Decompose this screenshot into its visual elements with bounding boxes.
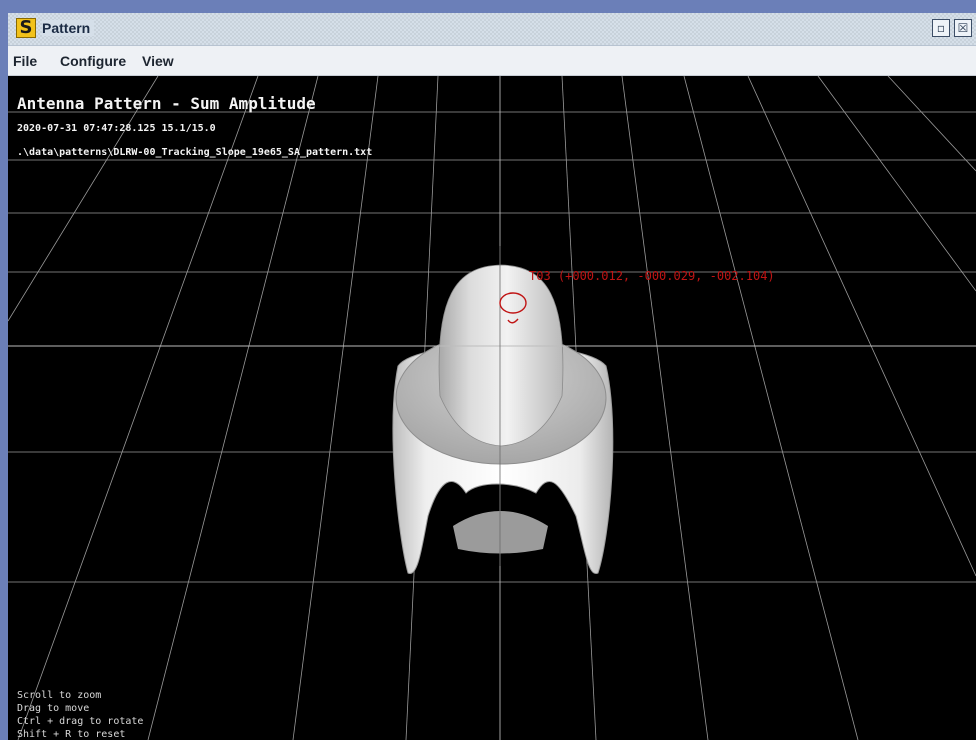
hint-move: Drag to move (17, 703, 90, 714)
pattern-back-lobe (453, 511, 548, 554)
hint-reset: Shift + R to reset (17, 729, 126, 740)
title-bar[interactable]: S Pattern ▫ ☒ (8, 13, 976, 46)
restore-icon[interactable]: ▫ (932, 19, 950, 37)
app-icon: S (16, 18, 36, 38)
plot-title: Antenna Pattern - Sum Amplitude (17, 94, 316, 113)
menu-configure[interactable]: Configure (60, 53, 126, 69)
hint-rotate: Ctrl + drag to rotate (17, 716, 144, 727)
pattern-scene (8, 76, 976, 740)
pattern-3d-viewport[interactable]: Antenna Pattern - Sum Amplitude 2020-07-… (8, 76, 976, 740)
menu-bar: File Configure View (8, 46, 976, 76)
window-title: Pattern (42, 20, 95, 36)
menu-file[interactable]: File (13, 53, 37, 69)
close-icon[interactable]: ☒ (954, 19, 972, 37)
pattern-main-lobe (438, 264, 564, 447)
plot-timestamp: 2020-07-31 07:47:28.125 15.1/15.0 (17, 123, 216, 134)
hint-zoom: Scroll to zoom (17, 690, 102, 701)
menu-view[interactable]: View (142, 53, 174, 69)
pattern-window: S Pattern ▫ ☒ File Configure View Antenn… (8, 13, 976, 740)
marker-label: T03 (+000.012, -000.029, -002.104) (529, 269, 775, 283)
plot-file-path: .\data\patterns\DLRW-00_Tracking_Slope_1… (17, 147, 373, 158)
